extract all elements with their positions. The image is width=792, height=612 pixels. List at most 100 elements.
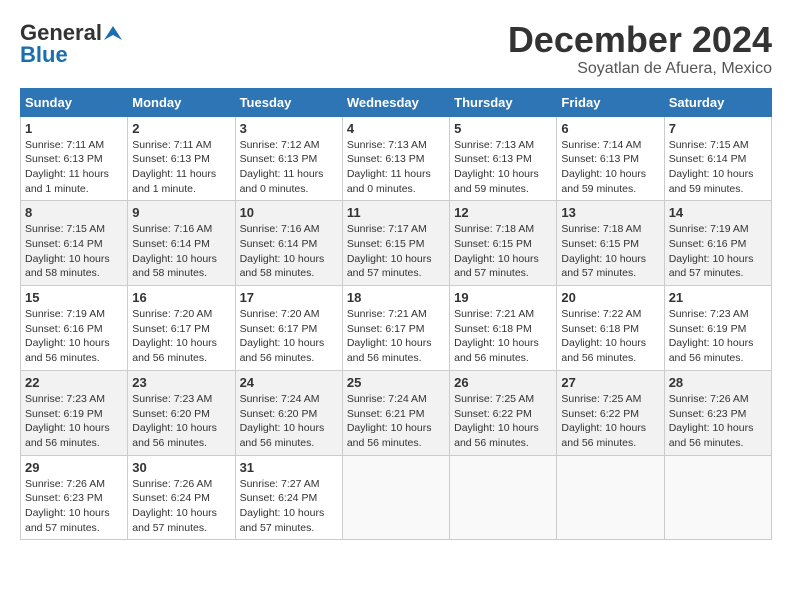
- day-info: Sunrise: 7:24 AM Sunset: 6:20 PM Dayligh…: [240, 392, 338, 451]
- page-header: General Blue December 2024 Soyatlan de A…: [20, 20, 772, 78]
- sunset-label: Sunset: 6:18 PM: [561, 323, 639, 335]
- calendar-day-cell: [557, 455, 664, 540]
- day-number: 24: [240, 375, 338, 390]
- sunset-label: Sunset: 6:14 PM: [132, 238, 210, 250]
- daylight-label: Daylight: 10 hours and 56 minutes.: [25, 337, 110, 364]
- sunrise-label: Sunrise: 7:23 AM: [132, 393, 212, 405]
- day-number: 2: [132, 121, 230, 136]
- sunrise-label: Sunrise: 7:16 AM: [240, 223, 320, 235]
- calendar-day-cell: 30 Sunrise: 7:26 AM Sunset: 6:24 PM Dayl…: [128, 455, 235, 540]
- day-number: 23: [132, 375, 230, 390]
- sunset-label: Sunset: 6:14 PM: [25, 238, 103, 250]
- calendar-day-cell: 2 Sunrise: 7:11 AM Sunset: 6:13 PM Dayli…: [128, 116, 235, 201]
- day-number: 21: [669, 290, 767, 305]
- daylight-label: Daylight: 10 hours and 57 minutes.: [669, 253, 754, 280]
- day-info: Sunrise: 7:24 AM Sunset: 6:21 PM Dayligh…: [347, 392, 445, 451]
- daylight-label: Daylight: 10 hours and 57 minutes.: [347, 253, 432, 280]
- sunset-label: Sunset: 6:13 PM: [240, 153, 318, 165]
- day-number: 25: [347, 375, 445, 390]
- sunrise-label: Sunrise: 7:19 AM: [25, 308, 105, 320]
- sunset-label: Sunset: 6:22 PM: [561, 408, 639, 420]
- sunrise-label: Sunrise: 7:20 AM: [132, 308, 212, 320]
- day-number: 28: [669, 375, 767, 390]
- calendar-day-cell: 19 Sunrise: 7:21 AM Sunset: 6:18 PM Dayl…: [450, 286, 557, 371]
- calendar-week-row: 8 Sunrise: 7:15 AM Sunset: 6:14 PM Dayli…: [21, 201, 772, 286]
- sunset-label: Sunset: 6:16 PM: [669, 238, 747, 250]
- title-block: December 2024 Soyatlan de Afuera, Mexico: [508, 20, 772, 78]
- daylight-label: Daylight: 10 hours and 56 minutes.: [132, 337, 217, 364]
- daylight-label: Daylight: 10 hours and 56 minutes.: [25, 422, 110, 449]
- daylight-label: Daylight: 10 hours and 56 minutes.: [561, 337, 646, 364]
- sunrise-label: Sunrise: 7:15 AM: [669, 139, 749, 151]
- day-header-saturday: Saturday: [664, 88, 771, 116]
- day-info: Sunrise: 7:14 AM Sunset: 6:13 PM Dayligh…: [561, 138, 659, 197]
- sunset-label: Sunset: 6:15 PM: [454, 238, 532, 250]
- daylight-label: Daylight: 10 hours and 59 minutes.: [454, 168, 539, 195]
- calendar-day-cell: 18 Sunrise: 7:21 AM Sunset: 6:17 PM Dayl…: [342, 286, 449, 371]
- day-header-tuesday: Tuesday: [235, 88, 342, 116]
- sunrise-label: Sunrise: 7:18 AM: [454, 223, 534, 235]
- day-info: Sunrise: 7:15 AM Sunset: 6:14 PM Dayligh…: [25, 222, 123, 281]
- sunrise-label: Sunrise: 7:13 AM: [454, 139, 534, 151]
- day-number: 27: [561, 375, 659, 390]
- sunset-label: Sunset: 6:24 PM: [240, 492, 318, 504]
- day-number: 9: [132, 205, 230, 220]
- daylight-label: Daylight: 10 hours and 56 minutes.: [669, 337, 754, 364]
- daylight-label: Daylight: 10 hours and 56 minutes.: [454, 422, 539, 449]
- sunset-label: Sunset: 6:20 PM: [240, 408, 318, 420]
- daylight-label: Daylight: 10 hours and 57 minutes.: [240, 507, 325, 534]
- daylight-label: Daylight: 11 hours and 1 minute.: [25, 168, 109, 195]
- sunrise-label: Sunrise: 7:22 AM: [561, 308, 641, 320]
- day-number: 31: [240, 460, 338, 475]
- sunrise-label: Sunrise: 7:21 AM: [347, 308, 427, 320]
- calendar-week-row: 1 Sunrise: 7:11 AM Sunset: 6:13 PM Dayli…: [21, 116, 772, 201]
- sunset-label: Sunset: 6:19 PM: [669, 323, 747, 335]
- sunrise-label: Sunrise: 7:19 AM: [669, 223, 749, 235]
- sunset-label: Sunset: 6:15 PM: [347, 238, 425, 250]
- day-info: Sunrise: 7:22 AM Sunset: 6:18 PM Dayligh…: [561, 307, 659, 366]
- calendar-week-row: 15 Sunrise: 7:19 AM Sunset: 6:16 PM Dayl…: [21, 286, 772, 371]
- calendar-week-row: 29 Sunrise: 7:26 AM Sunset: 6:23 PM Dayl…: [21, 455, 772, 540]
- calendar-table: SundayMondayTuesdayWednesdayThursdayFrid…: [20, 88, 772, 541]
- day-info: Sunrise: 7:13 AM Sunset: 6:13 PM Dayligh…: [454, 138, 552, 197]
- daylight-label: Daylight: 10 hours and 58 minutes.: [240, 253, 325, 280]
- sunrise-label: Sunrise: 7:11 AM: [25, 139, 104, 151]
- day-info: Sunrise: 7:23 AM Sunset: 6:20 PM Dayligh…: [132, 392, 230, 451]
- sunrise-label: Sunrise: 7:15 AM: [25, 223, 105, 235]
- day-info: Sunrise: 7:21 AM Sunset: 6:17 PM Dayligh…: [347, 307, 445, 366]
- day-number: 20: [561, 290, 659, 305]
- day-info: Sunrise: 7:27 AM Sunset: 6:24 PM Dayligh…: [240, 477, 338, 536]
- day-number: 11: [347, 205, 445, 220]
- calendar-day-cell: 24 Sunrise: 7:24 AM Sunset: 6:20 PM Dayl…: [235, 370, 342, 455]
- sunset-label: Sunset: 6:24 PM: [132, 492, 210, 504]
- day-number: 17: [240, 290, 338, 305]
- calendar-day-cell: 25 Sunrise: 7:24 AM Sunset: 6:21 PM Dayl…: [342, 370, 449, 455]
- day-number: 4: [347, 121, 445, 136]
- calendar-day-cell: 15 Sunrise: 7:19 AM Sunset: 6:16 PM Dayl…: [21, 286, 128, 371]
- day-info: Sunrise: 7:19 AM Sunset: 6:16 PM Dayligh…: [25, 307, 123, 366]
- calendar-day-cell: [450, 455, 557, 540]
- calendar-day-cell: 10 Sunrise: 7:16 AM Sunset: 6:14 PM Dayl…: [235, 201, 342, 286]
- calendar-day-cell: 12 Sunrise: 7:18 AM Sunset: 6:15 PM Dayl…: [450, 201, 557, 286]
- sunrise-label: Sunrise: 7:26 AM: [25, 478, 105, 490]
- day-number: 12: [454, 205, 552, 220]
- day-header-friday: Friday: [557, 88, 664, 116]
- sunset-label: Sunset: 6:17 PM: [347, 323, 425, 335]
- day-info: Sunrise: 7:26 AM Sunset: 6:24 PM Dayligh…: [132, 477, 230, 536]
- daylight-label: Daylight: 10 hours and 57 minutes.: [561, 253, 646, 280]
- calendar-header-row: SundayMondayTuesdayWednesdayThursdayFrid…: [21, 88, 772, 116]
- daylight-label: Daylight: 11 hours and 1 minute.: [132, 168, 216, 195]
- day-number: 14: [669, 205, 767, 220]
- daylight-label: Daylight: 10 hours and 56 minutes.: [240, 337, 325, 364]
- sunrise-label: Sunrise: 7:20 AM: [240, 308, 320, 320]
- daylight-label: Daylight: 11 hours and 0 minutes.: [347, 168, 431, 195]
- calendar-day-cell: 28 Sunrise: 7:26 AM Sunset: 6:23 PM Dayl…: [664, 370, 771, 455]
- sunrise-label: Sunrise: 7:24 AM: [347, 393, 427, 405]
- calendar-day-cell: 26 Sunrise: 7:25 AM Sunset: 6:22 PM Dayl…: [450, 370, 557, 455]
- day-info: Sunrise: 7:16 AM Sunset: 6:14 PM Dayligh…: [240, 222, 338, 281]
- sunset-label: Sunset: 6:13 PM: [561, 153, 639, 165]
- sunrise-label: Sunrise: 7:14 AM: [561, 139, 641, 151]
- day-info: Sunrise: 7:16 AM Sunset: 6:14 PM Dayligh…: [132, 222, 230, 281]
- day-number: 29: [25, 460, 123, 475]
- sunrise-label: Sunrise: 7:24 AM: [240, 393, 320, 405]
